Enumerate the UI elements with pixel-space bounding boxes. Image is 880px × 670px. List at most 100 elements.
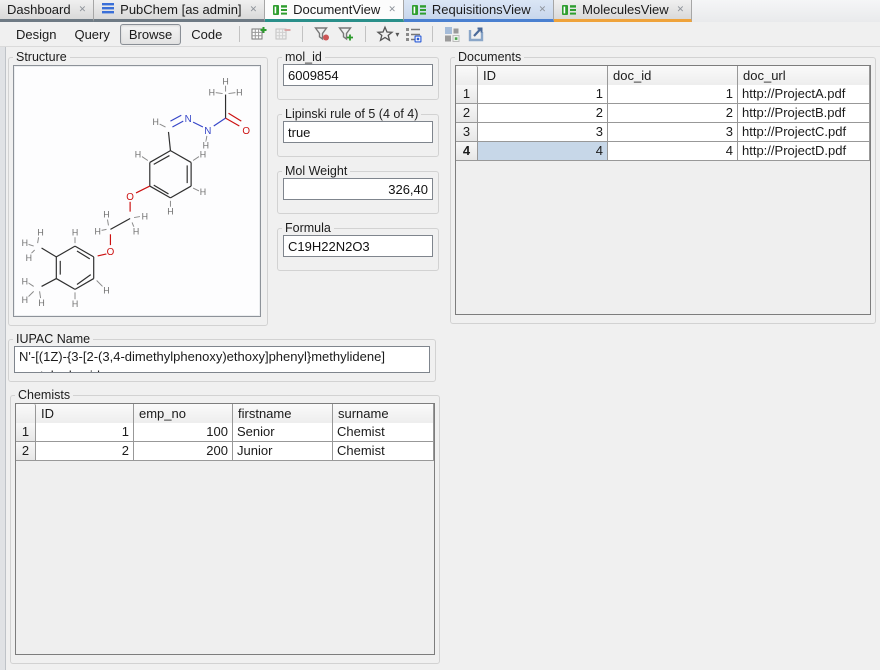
filter-icon[interactable]: [313, 25, 331, 43]
table-cell[interactable]: 100: [134, 423, 233, 442]
tab-pubchem[interactable]: PubChem [as admin] ✕: [94, 0, 265, 22]
tab-moleculesview[interactable]: MoleculesView ✕: [554, 0, 692, 22]
layout-grid-icon[interactable]: [443, 25, 461, 43]
table-cell[interactable]: Chemist: [333, 442, 434, 461]
table-cell[interactable]: 2: [608, 104, 738, 123]
table-cell[interactable]: http://ProjectD.pdf: [738, 142, 870, 161]
tab-dashboard[interactable]: Dashboard ✕: [0, 0, 94, 22]
add-filter-icon[interactable]: [337, 25, 355, 43]
maximize-editor-icon[interactable]: [467, 25, 485, 43]
toolbar-separator: [302, 26, 303, 42]
app-window: Dashboard ✕ PubChem [as admin] ✕ Documen…: [0, 0, 880, 670]
svg-text:H: H: [103, 210, 109, 220]
svg-text:O: O: [107, 247, 115, 258]
iupac-label: IUPAC Name: [13, 332, 93, 346]
table-cell[interactable]: 1: [36, 423, 134, 442]
mol-weight-field[interactable]: [283, 178, 433, 200]
table-cell[interactable]: http://ProjectC.pdf: [738, 123, 870, 142]
tab-close-icon[interactable]: ✕: [388, 4, 396, 15]
svg-text:H: H: [167, 207, 173, 217]
row-number[interactable]: 1: [16, 423, 36, 442]
svg-text:H: H: [22, 295, 28, 305]
table-cell[interactable]: http://ProjectB.pdf: [738, 104, 870, 123]
row-number[interactable]: 3: [456, 123, 478, 142]
svg-text:H: H: [153, 117, 159, 127]
toolbar-separator: [239, 26, 240, 42]
tab-label: MoleculesView: [582, 2, 668, 17]
query-mode-button[interactable]: Query: [66, 25, 117, 44]
chemists-label: Chemists: [15, 388, 73, 402]
table-cell[interactable]: 1: [478, 85, 608, 104]
tab-close-icon[interactable]: ✕: [250, 4, 258, 15]
table-cell[interactable]: 2: [478, 104, 608, 123]
toolbar-separator: [432, 26, 433, 42]
iupac-group: IUPAC Name N'-[(1Z)-{3-[2-(3,4-dimethylp…: [8, 332, 436, 382]
svg-text:N: N: [204, 126, 211, 137]
row-number[interactable]: 1: [456, 85, 478, 104]
svg-text:H: H: [200, 150, 206, 160]
table-cell[interactable]: 3: [608, 123, 738, 142]
molecule-structure-image: HHH HH HHHH HHHH HHH HHH HHH NN OOO: [13, 65, 261, 317]
column-settings-icon[interactable]: [404, 25, 422, 43]
formula-field[interactable]: [283, 235, 433, 257]
svg-text:H: H: [209, 88, 215, 98]
svg-text:H: H: [103, 285, 109, 295]
tab-label: RequisitionsView: [432, 2, 531, 17]
design-mode-button[interactable]: Design: [8, 25, 64, 44]
lipinski-group: Lipinski rule of 5 (4 of 4): [277, 107, 439, 157]
structure-group: Structure: [8, 50, 268, 326]
svg-text:H: H: [200, 187, 206, 197]
svg-text:H: H: [37, 227, 43, 237]
left-splitter[interactable]: [0, 47, 6, 670]
table-cell-selected[interactable]: 4: [478, 142, 608, 161]
svg-text:H: H: [72, 299, 78, 309]
svg-text:N: N: [185, 114, 192, 125]
add-row-icon[interactable]: [250, 25, 268, 43]
table-cell[interactable]: 200: [134, 442, 233, 461]
tab-label: DocumentView: [293, 2, 380, 17]
table-view-icon: [411, 2, 427, 18]
iupac-field[interactable]: N'-[(1Z)-{3-[2-(3,4-dimethylphenoxy)etho…: [14, 346, 430, 373]
svg-text:O: O: [126, 192, 134, 203]
mol-weight-group: Mol Weight: [277, 164, 439, 214]
table-cell[interactable]: 2: [36, 442, 134, 461]
documents-group: Documents ... ID doc_id doc_url 1 1 1 ht…: [450, 50, 876, 324]
table-cell[interactable]: http://ProjectA.pdf: [738, 85, 870, 104]
tab-close-icon[interactable]: ✕: [79, 4, 87, 15]
svg-text:H: H: [133, 226, 139, 236]
table-view-icon: [272, 2, 288, 18]
star-dropdown-caret[interactable]: ▾: [395, 30, 399, 39]
table-cell[interactable]: 1: [608, 85, 738, 104]
svg-text:H: H: [26, 253, 32, 263]
table-cell[interactable]: 4: [608, 142, 738, 161]
svg-text:H: H: [222, 77, 228, 87]
table-cell[interactable]: 3: [478, 123, 608, 142]
tab-close-icon[interactable]: ✕: [677, 4, 685, 15]
formula-group: Formula: [277, 221, 439, 271]
tab-label: Dashboard: [7, 2, 71, 17]
iupac-line1: N'-[(1Z)-{3-[2-(3,4-dimethylphenoxy)etho…: [19, 347, 425, 366]
table-cell[interactable]: Junior: [233, 442, 333, 461]
row-number[interactable]: 2: [456, 104, 478, 123]
tab-documentview[interactable]: DocumentView ✕: [265, 0, 404, 22]
favorites-star-icon[interactable]: [376, 25, 394, 43]
row-number-selected[interactable]: 4: [456, 142, 478, 161]
formula-label: Formula: [282, 221, 334, 235]
table-view-icon: [561, 2, 577, 18]
svg-text:H: H: [72, 227, 78, 237]
tab-close-icon[interactable]: ✕: [539, 4, 547, 15]
lipinski-field[interactable]: [283, 121, 433, 143]
table-cell[interactable]: Chemist: [333, 423, 434, 442]
mol-id-label: mol_id: [282, 50, 325, 64]
mol-weight-label: Mol Weight: [282, 164, 350, 178]
table-cell[interactable]: Senior: [233, 423, 333, 442]
structure-label: Structure: [13, 50, 70, 64]
row-number[interactable]: 2: [16, 442, 36, 461]
delete-row-icon[interactable]: [274, 25, 292, 43]
svg-text:H: H: [38, 298, 44, 308]
browse-mode-button[interactable]: Browse: [120, 24, 181, 45]
mol-id-field[interactable]: [283, 64, 433, 86]
tab-requisitionsview[interactable]: RequisitionsView ✕: [404, 0, 554, 22]
toolbar-separator: [365, 26, 366, 42]
code-mode-button[interactable]: Code: [183, 25, 230, 44]
